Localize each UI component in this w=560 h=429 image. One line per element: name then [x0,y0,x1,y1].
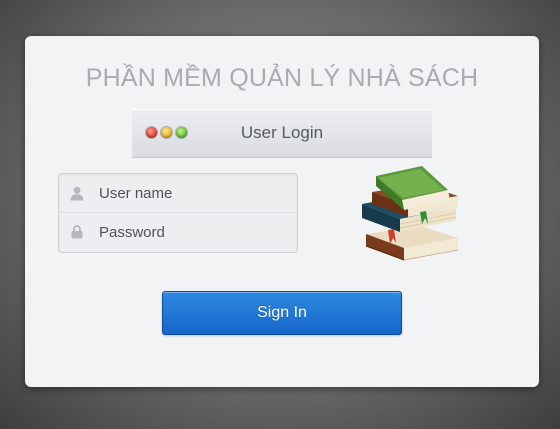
app-title: PHẦN MỀM QUẢN LÝ NHÀ SÁCH [85,64,479,92]
password-placeholder: Password [99,223,165,241]
login-window-title: User Login [240,123,324,142]
lock-icon [69,224,85,240]
maximize-window-icon[interactable] [176,127,187,138]
user-icon [69,185,85,201]
minimize-window-icon[interactable] [161,127,172,138]
username-placeholder: User name [99,184,173,202]
login-panel: PHẦN MỀM QUẢN LÝ NHÀ SÁCH User Login Use… [25,36,539,387]
sign-in-button[interactable]: Sign In [162,291,402,335]
login-fields: User name Password [58,173,298,253]
username-field[interactable]: User name [59,174,297,212]
login-window-header: User Login [132,109,432,158]
window-controls [146,127,187,138]
close-window-icon[interactable] [146,127,157,138]
books-stack-icon [358,164,470,266]
password-field[interactable]: Password [59,212,297,251]
